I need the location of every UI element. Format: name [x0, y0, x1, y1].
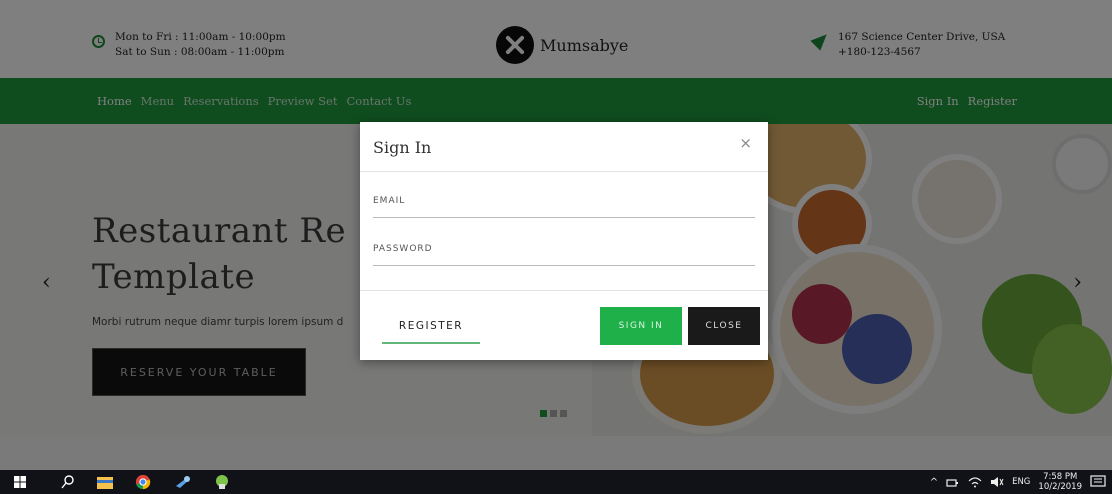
tray-chevron-icon[interactable]: ^ [930, 477, 938, 488]
windows-taskbar: ^ ENG 7:58 PM 10/2/2019 [0, 470, 1112, 494]
web-page: Mon to Fri : 11:00am - 10:00pm Sat to Su… [0, 0, 1112, 470]
search-icon[interactable] [60, 474, 76, 490]
close-icon[interactable]: × [739, 134, 752, 152]
file-explorer-icon[interactable] [96, 474, 114, 490]
chrome-icon[interactable] [134, 474, 152, 490]
notification-icon[interactable] [1090, 475, 1106, 489]
volume-icon[interactable] [990, 476, 1004, 488]
network-icon[interactable] [946, 476, 960, 488]
sign-in-button[interactable]: SIGN IN [600, 307, 682, 345]
windows-start-icon[interactable] [12, 474, 28, 490]
modal-header: Sign In × [360, 122, 768, 172]
close-button[interactable]: CLOSE [688, 307, 760, 345]
password-label: PASSWORD [373, 244, 433, 254]
steam-icon[interactable] [174, 474, 192, 490]
modal-title: Sign In [373, 138, 432, 157]
email-field[interactable]: EMAIL [373, 196, 755, 218]
email-label: EMAIL [373, 196, 406, 206]
sign-in-modal: Sign In × EMAIL PASSWORD REGISTER SIGN I… [360, 122, 768, 360]
language-indicator[interactable]: ENG [1012, 477, 1030, 487]
app-icon[interactable] [214, 474, 230, 490]
taskbar-time: 7:58 PM [1043, 472, 1078, 482]
password-field[interactable]: PASSWORD [373, 244, 755, 266]
wifi-icon[interactable] [968, 476, 982, 488]
taskbar-date: 10/2/2019 [1038, 482, 1082, 492]
taskbar-clock[interactable]: 7:58 PM 10/2/2019 [1038, 472, 1082, 492]
system-tray: ^ ENG 7:58 PM 10/2/2019 [930, 470, 1112, 494]
register-button[interactable]: REGISTER [382, 314, 480, 344]
